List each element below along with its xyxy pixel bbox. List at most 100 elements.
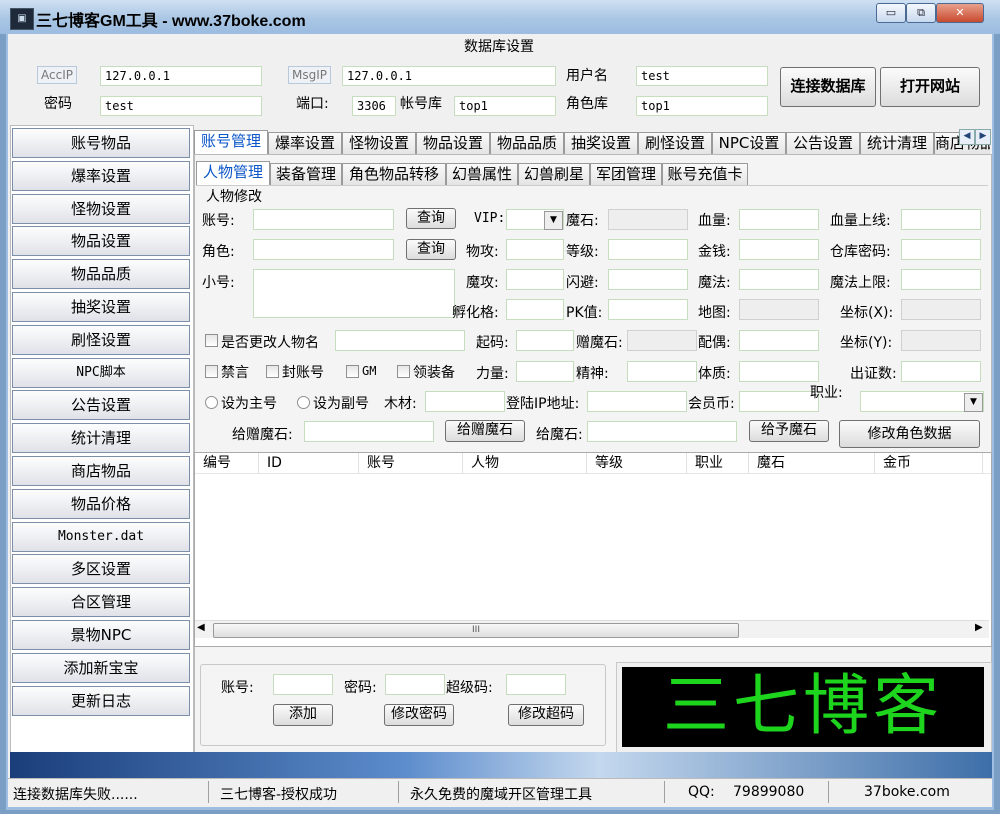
menu-item[interactable]: 合区管理 <box>12 587 190 618</box>
menu-item[interactable]: 刷怪设置 <box>12 324 190 355</box>
menu-item[interactable]: 物品设置 <box>12 226 190 257</box>
gem-input[interactable] <box>608 209 688 230</box>
role-input[interactable] <box>253 239 394 260</box>
username-field[interactable]: test <box>636 66 768 86</box>
scroll-left-icon[interactable]: ◀ <box>197 622 205 633</box>
hp-input[interactable] <box>739 209 819 230</box>
spirit-input[interactable] <box>627 361 697 382</box>
account-input[interactable] <box>253 209 394 230</box>
db-password-field[interactable]: test <box>100 96 262 116</box>
coord-x-input[interactable] <box>901 299 981 320</box>
menu-item[interactable]: NPC脚本 <box>12 357 190 388</box>
menu-item[interactable]: 爆率设置 <box>12 160 190 191</box>
phys-atk-input[interactable] <box>506 239 564 260</box>
account-db-field[interactable]: top1 <box>454 96 556 116</box>
msgip-field[interactable]: 127.0.0.1 <box>342 66 556 86</box>
column-header[interactable]: 等级 <box>587 453 687 473</box>
menu-item[interactable]: 添加新宝宝 <box>12 652 190 683</box>
pk-input[interactable] <box>608 299 688 320</box>
menu-item[interactable]: 物品价格 <box>12 488 190 519</box>
menu-item[interactable]: 账号物品 <box>12 128 190 158</box>
job-dropdown-icon[interactable]: ▼ <box>964 393 983 412</box>
physique-input[interactable] <box>739 361 819 382</box>
strength-input[interactable] <box>516 361 574 382</box>
menu-item[interactable]: 商店物品 <box>12 456 190 486</box>
hatch-input[interactable] <box>506 299 564 320</box>
gm-checkbox[interactable] <box>346 365 359 378</box>
add-account-input[interactable] <box>273 674 333 695</box>
sub-tab[interactable]: 账号充值卡 <box>662 163 748 185</box>
dodge-input[interactable] <box>608 269 688 290</box>
query-account-button[interactable]: 查询 <box>406 208 456 229</box>
main-tab[interactable]: 账号管理 <box>194 130 268 154</box>
rename-checkbox[interactable] <box>205 334 218 347</box>
ban-account-checkbox[interactable] <box>266 365 279 378</box>
column-header[interactable]: 编号 <box>195 453 259 473</box>
scroll-right-icon[interactable]: ▶ <box>975 622 983 633</box>
main-tab[interactable]: NPC设置 <box>712 132 786 154</box>
scroll-thumb[interactable]: III <box>213 623 739 638</box>
add-password-input[interactable] <box>385 674 445 695</box>
role-db-field[interactable]: top1 <box>636 96 768 116</box>
sub-tab[interactable]: 幻兽刷星 <box>518 163 590 185</box>
minimize-button[interactable]: ▭ <box>876 3 906 23</box>
column-header[interactable]: ID <box>259 453 359 473</box>
connect-db-button[interactable]: 连接数据库 <box>780 67 876 107</box>
column-header[interactable]: 账号 <box>359 453 463 473</box>
money-input[interactable] <box>739 239 819 260</box>
close-button[interactable]: ✕ <box>936 3 984 23</box>
cert-input[interactable] <box>901 361 981 382</box>
character-table[interactable]: 编号 ID 账号 人物 等级 职业 魔石 金币 <box>194 452 992 647</box>
spouse-input[interactable] <box>739 330 819 351</box>
main-tab[interactable]: 爆率设置 <box>268 132 342 154</box>
gift-gem-input[interactable] <box>627 330 697 351</box>
horizontal-scrollbar[interactable]: ◀ III ▶ <box>195 620 989 638</box>
supercode-input[interactable] <box>506 674 566 695</box>
menu-item[interactable]: 怪物设置 <box>12 193 190 224</box>
tab-scroll-right-icon[interactable]: ▶ <box>975 129 991 145</box>
warehouse-pwd-input[interactable] <box>901 239 981 260</box>
main-tab[interactable]: 刷怪设置 <box>638 132 712 154</box>
menu-item[interactable]: 抽奖设置 <box>12 292 190 322</box>
main-tab[interactable]: 公告设置 <box>786 132 860 154</box>
ban-chat-checkbox[interactable] <box>205 365 218 378</box>
sub-tab[interactable]: 装备管理 <box>270 163 342 185</box>
coord-y-input[interactable] <box>901 330 981 351</box>
modify-role-button[interactable]: 修改角色数据 <box>839 420 980 448</box>
column-header[interactable]: 金币 <box>875 453 983 473</box>
give-gem-input[interactable] <box>587 421 737 442</box>
change-password-button[interactable]: 修改密码 <box>384 704 454 726</box>
main-tab[interactable]: 统计清理 <box>860 132 934 154</box>
login-ip-input[interactable] <box>587 391 687 412</box>
start-code-input[interactable] <box>516 330 574 351</box>
column-header[interactable]: 魔石 <box>749 453 875 473</box>
sub-tab[interactable]: 人物管理 <box>196 161 270 185</box>
menu-item[interactable]: Monster.dat <box>12 521 190 552</box>
menu-item[interactable]: 公告设置 <box>12 390 190 421</box>
hp-max-input[interactable] <box>901 209 981 230</box>
sub-tab[interactable]: 幻兽属性 <box>446 163 518 185</box>
main-tab[interactable]: 物品品质 <box>490 132 564 154</box>
main-tab[interactable]: 抽奖设置 <box>564 132 638 154</box>
port-field[interactable]: 3306 <box>352 96 396 116</box>
wood-input[interactable] <box>425 391 505 412</box>
set-alt-radio[interactable] <box>297 396 310 409</box>
mp-input[interactable] <box>739 269 819 290</box>
map-input[interactable] <box>739 299 819 320</box>
rename-input[interactable] <box>335 330 465 351</box>
query-role-button[interactable]: 查询 <box>406 239 456 260</box>
website-link[interactable]: 37boke.com <box>864 784 950 800</box>
member-coin-input[interactable] <box>739 391 819 412</box>
level-input[interactable] <box>608 239 688 260</box>
column-header[interactable]: 人物 <box>463 453 587 473</box>
main-tab[interactable]: 物品设置 <box>416 132 490 154</box>
sub-tab[interactable]: 角色物品转移 <box>342 163 446 185</box>
menu-item[interactable]: 更新日志 <box>12 685 190 716</box>
accip-field[interactable]: 127.0.0.1 <box>100 66 262 86</box>
give-gem-button[interactable]: 给予魔石 <box>749 420 829 442</box>
column-header[interactable]: 职业 <box>687 453 749 473</box>
tab-scroll-left-icon[interactable]: ◀ <box>959 129 975 145</box>
add-account-button[interactable]: 添加 <box>273 704 333 726</box>
sub-tab[interactable]: 军团管理 <box>590 163 662 185</box>
menu-item[interactable]: 景物NPC <box>12 620 190 650</box>
